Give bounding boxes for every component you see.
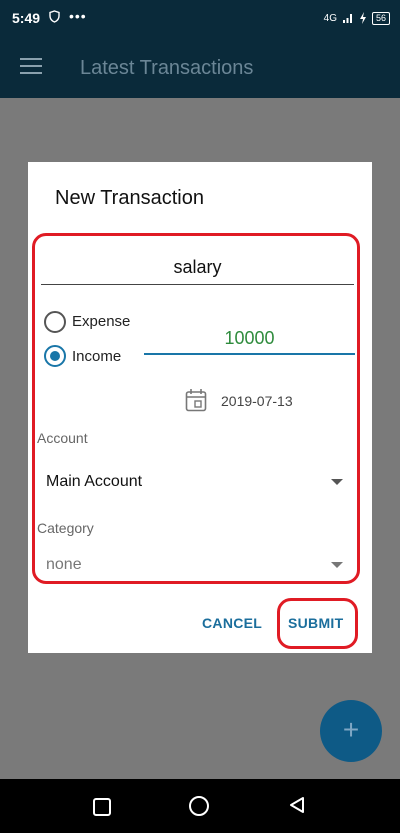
new-transaction-dialog: New Transaction salary Expense Income 10… xyxy=(28,162,372,653)
plus-icon: + xyxy=(342,714,360,745)
battery-icon: 56 xyxy=(371,11,390,25)
charging-icon xyxy=(359,12,366,24)
notification-dots-icon: ••• xyxy=(69,8,87,24)
account-value: Main Account xyxy=(46,473,143,490)
transaction-name-input[interactable]: salary xyxy=(41,254,354,285)
income-label: Income xyxy=(72,348,122,365)
date-value[interactable]: 2019-07-13 xyxy=(221,393,293,409)
category-label: Category xyxy=(37,520,94,536)
account-dropdown-arrow-icon xyxy=(331,479,343,485)
status-right: 4G 56 xyxy=(324,10,390,26)
hamburger-menu-icon[interactable] xyxy=(20,58,42,76)
highlight-box-submit xyxy=(277,598,358,649)
add-transaction-button[interactable]: + xyxy=(320,700,382,762)
cancel-button[interactable]: CANCEL xyxy=(202,615,262,631)
expense-radio[interactable] xyxy=(44,311,66,333)
network-type: 4G xyxy=(323,12,337,24)
amount-input[interactable]: 10000 xyxy=(144,325,355,355)
back-icon[interactable] xyxy=(289,796,305,814)
home-icon[interactable] xyxy=(189,796,209,816)
category-value: none xyxy=(46,556,82,573)
calendar-icon[interactable] xyxy=(185,388,207,412)
signal-icon xyxy=(342,14,352,23)
status-bar: 5:49 ••• 4G 56 xyxy=(0,0,400,38)
dialog-title: New Transaction xyxy=(55,187,204,209)
category-dropdown-arrow-icon xyxy=(331,562,343,568)
income-radio[interactable] xyxy=(44,345,66,367)
app-bar: Latest Transactions xyxy=(0,38,400,98)
system-navigation-bar xyxy=(0,779,400,833)
page-title: Latest Transactions xyxy=(80,57,254,79)
recents-icon[interactable] xyxy=(93,798,111,816)
status-time: 5:49 xyxy=(12,10,41,26)
shield-icon xyxy=(49,10,60,23)
expense-label: Expense xyxy=(72,313,131,330)
account-label: Account xyxy=(37,430,88,446)
